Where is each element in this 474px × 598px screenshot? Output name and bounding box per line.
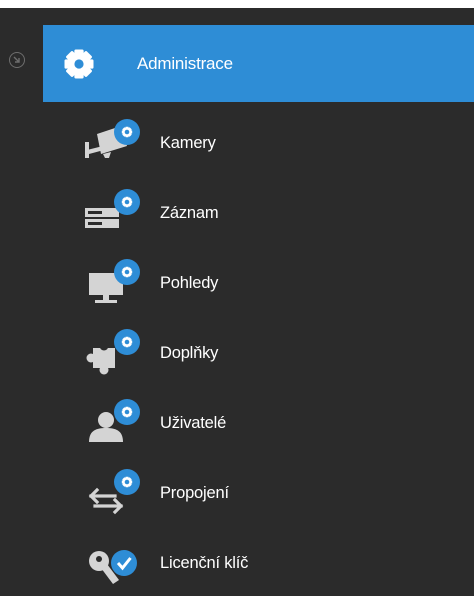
collapse-button[interactable]: [9, 52, 25, 68]
menu-item-label: Záznam: [160, 204, 219, 222]
gear-icon: [64, 49, 94, 79]
collapse-arrow-icon: [13, 56, 20, 63]
header-title: Administrace: [137, 54, 233, 73]
puzzle-settings-icon: [86, 329, 140, 375]
menu-item-label: Uživatelé: [160, 414, 227, 432]
recorder-settings-icon: [85, 189, 140, 228]
menu-item-label: Licenční klíč: [160, 554, 249, 572]
menu-item-kamery[interactable]: Kamery: [0, 108, 474, 178]
administration-panel: Administrace Kamery Záznam Pohledy Doplň…: [0, 8, 474, 596]
menu-item-label: Doplňky: [160, 344, 219, 362]
menu-item-uzivatele[interactable]: Uživatelé: [0, 388, 474, 458]
menu-item-licencni-klic[interactable]: Licenční klíč: [0, 528, 474, 598]
menu-item-label: Pohledy: [160, 274, 219, 292]
connection-settings-icon: [88, 469, 140, 515]
menu-item-pohledy[interactable]: Pohledy: [0, 248, 474, 318]
menu-item-propojeni[interactable]: Propojení: [0, 458, 474, 528]
menu-header-administrace[interactable]: Administrace: [43, 25, 474, 102]
menu-item-zaznam[interactable]: Záznam: [0, 178, 474, 248]
monitor-settings-icon: [89, 259, 140, 303]
menu-item-label: Propojení: [160, 484, 229, 502]
user-settings-icon: [89, 399, 140, 442]
license-key-check-icon: [89, 550, 137, 584]
menu-item-label: Kamery: [160, 134, 216, 152]
menu-item-doplnky[interactable]: Doplňky: [0, 318, 474, 388]
camera-settings-icon: [85, 119, 140, 158]
